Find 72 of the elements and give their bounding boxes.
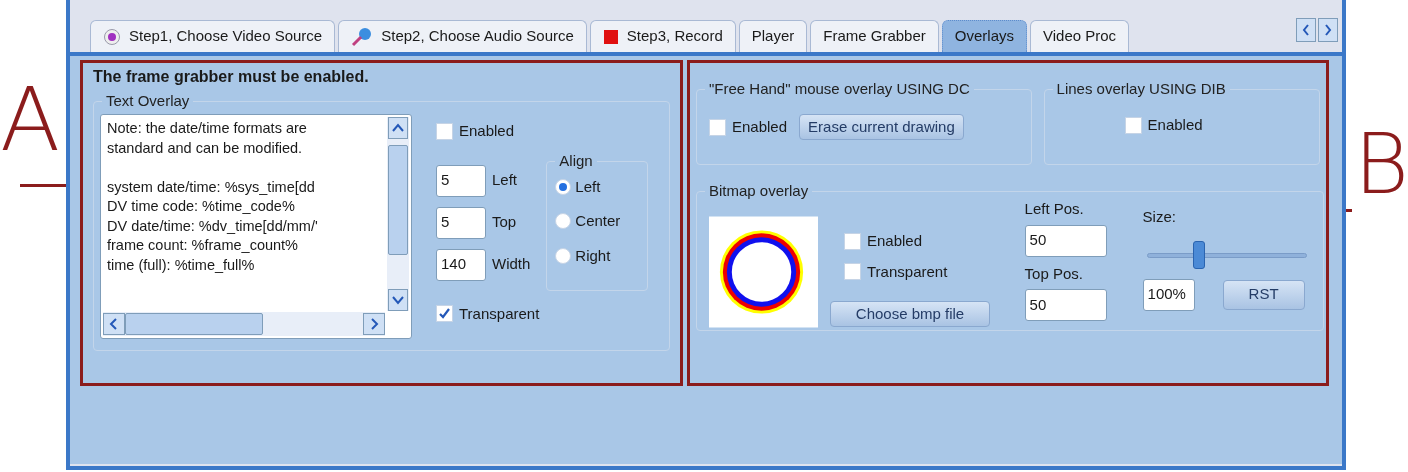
text-line: Note: the date/time formats are <box>107 119 308 138</box>
chevron-right-icon <box>363 313 385 335</box>
radio-label: Right <box>575 245 611 266</box>
checkbox[interactable] <box>1124 116 1142 134</box>
checkbox[interactable] <box>844 263 861 281</box>
field-label: Left Pos. <box>1024 199 1085 219</box>
text-line: standard and can be modified. <box>107 138 304 158</box>
warning-text: The frame grabber must be enabled. <box>93 67 370 87</box>
checkbox[interactable] <box>436 122 453 140</box>
checkbox[interactable] <box>436 305 453 323</box>
scrollbar-thumb[interactable] <box>388 145 408 255</box>
input-field[interactable]: 5 <box>436 164 486 197</box>
horizontal-scrollbar[interactable] <box>103 312 385 336</box>
checkbox-label: Transparent <box>867 261 948 282</box>
checkbox-label: Enabled <box>867 231 923 251</box>
checkbox[interactable] <box>709 118 726 136</box>
slider-thumb[interactable] <box>1193 240 1206 269</box>
tab[interactable]: Step2, Choose Audio Source <box>338 20 587 52</box>
checkbox-label: Transparent <box>459 303 540 324</box>
input-field[interactable]: 50 <box>1024 224 1107 257</box>
text-line: time (full): %time_full% <box>107 255 256 275</box>
text-area[interactable] <box>100 114 412 339</box>
group-title: Text Overlay <box>102 92 194 110</box>
text-line: system date/time: %sys_time[dd <box>107 177 316 197</box>
tab[interactable]: Video Proc <box>1030 20 1130 52</box>
group-title: Bitmap overlay <box>705 182 813 200</box>
size-slider[interactable] <box>1146 240 1307 269</box>
annotation-letter: A <box>0 70 61 170</box>
reset-button[interactable]: RST <box>1222 279 1305 310</box>
square-icon <box>602 28 619 45</box>
scroll-right-button[interactable] <box>1318 18 1338 42</box>
input-field[interactable]: 100% <box>1142 278 1195 311</box>
field-label: Top Pos. <box>1024 263 1084 284</box>
chevron-up-icon <box>388 117 408 139</box>
tab[interactable]: Player <box>738 20 808 52</box>
tab[interactable]: Overlays <box>941 20 1027 52</box>
scrollbar-thumb[interactable] <box>125 313 263 335</box>
checkbox[interactable] <box>844 232 861 250</box>
field-label: Left <box>492 170 518 191</box>
tab[interactable]: Step1, Choose Video Source <box>90 20 336 52</box>
checkbox-label: Enabled <box>732 116 788 137</box>
input-field[interactable]: 140 <box>436 248 486 281</box>
radio-button[interactable] <box>555 247 572 264</box>
group-title: "Free Hand" mouse overlay USING DC <box>705 80 974 98</box>
scroll-left-button[interactable] <box>1296 18 1316 42</box>
vertical-scrollbar[interactable] <box>387 117 409 311</box>
text-line: DV time code: %time_code% <box>107 197 296 216</box>
chevron-left-icon <box>1302 24 1310 36</box>
input-field[interactable]: 5 <box>436 206 486 239</box>
chevron-down-icon <box>388 289 408 311</box>
tab[interactable]: Step3, Record <box>589 20 736 52</box>
choose-file-button[interactable]: Choose bmp file <box>830 301 990 327</box>
radio-label: Left <box>575 176 601 197</box>
annotation-letter: B <box>1354 115 1408 213</box>
text-line: DV date/time: %dv_time[dd/mm/' <box>107 216 319 236</box>
checkbox-label: Enabled <box>459 121 515 141</box>
text-line: frame count: %frame_count% <box>107 236 299 255</box>
erase-drawing-button[interactable]: Erase current drawing <box>799 114 964 140</box>
field-label: Top <box>492 212 517 233</box>
group-title: Lines overlay USING DIB <box>1052 80 1230 98</box>
radio-label: Center <box>575 211 621 231</box>
slider-label: Size: <box>1142 207 1177 227</box>
field-label: Width <box>492 254 531 275</box>
chevron-right-icon <box>1324 24 1332 36</box>
microphone-icon <box>351 26 374 47</box>
input-field[interactable]: 50 <box>1024 289 1107 321</box>
tab[interactable]: Frame Grabber <box>810 20 939 52</box>
chevron-left-icon <box>103 313 125 335</box>
checkbox-label: Enabled <box>1147 115 1203 135</box>
radio-dot-icon <box>103 27 121 46</box>
radio-button[interactable] <box>555 178 572 195</box>
radio-button[interactable] <box>555 213 572 230</box>
